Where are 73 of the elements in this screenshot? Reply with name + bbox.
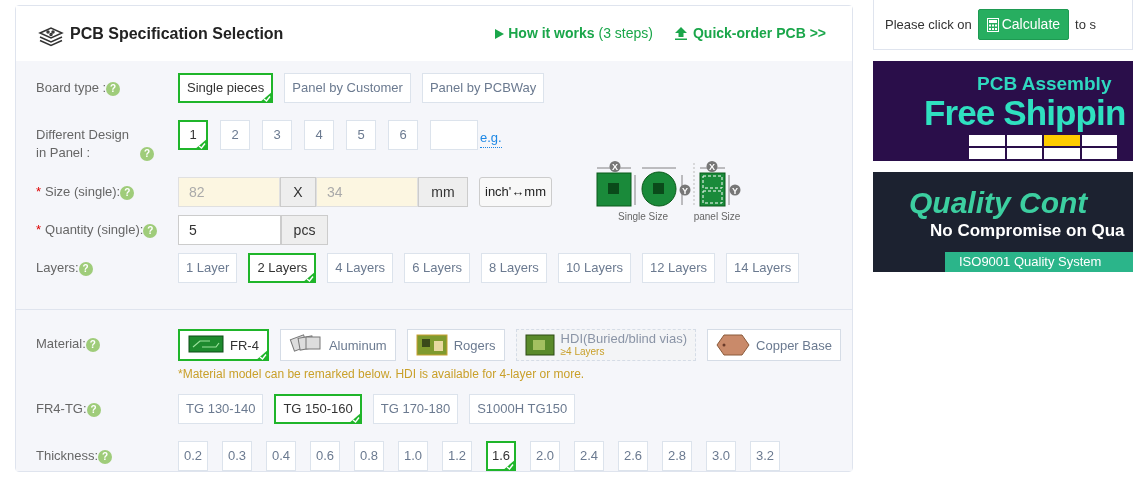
example-link[interactable]: e.g. (480, 127, 502, 149)
option-button[interactable]: 4 (304, 120, 334, 150)
option-button[interactable]: 1.6 (486, 441, 516, 471)
option-button[interactable]: 2.6 (618, 441, 648, 471)
field-label: Board type : (36, 80, 107, 95)
panel-title: PCB Specification Selection (70, 23, 284, 44)
option-button[interactable]: 5 (346, 120, 376, 150)
option-button[interactable]: 0.4 (266, 441, 296, 471)
how-it-works-link[interactable]: How it works (3 steps) (495, 23, 653, 44)
banner[interactable]: Quality Cont No Compromise on Qua ISO9001 Quality System (873, 172, 1133, 272)
material-option[interactable]: Copper Base (707, 329, 841, 361)
option-button[interactable]: 3.0 (706, 441, 736, 471)
option-button[interactable]: 1.2 (442, 441, 472, 471)
panel-size-drawing: X Y (693, 161, 741, 207)
banner[interactable]: PCB Assembly Free Shippin (873, 61, 1133, 161)
option-button[interactable]: Panel by PCBWay (421, 73, 545, 103)
option-button[interactable]: 2.0 (530, 441, 560, 471)
field-label: Quantity (single): (45, 222, 144, 237)
option-button[interactable]: TG 150-160 (274, 394, 362, 424)
prompt-text: Please click on (885, 15, 972, 34)
input-field[interactable]: 5 (178, 215, 281, 245)
pcb-size-drawing: X Y (595, 161, 691, 207)
prompt-text: to s (1075, 15, 1097, 34)
banner-headline: Free Shippin (924, 93, 1126, 134)
option-button[interactable]: 8 Layers (481, 253, 547, 283)
option-button[interactable]: Panel by Customer (284, 73, 411, 103)
convert-button[interactable]: inch'↔mm (479, 177, 552, 207)
diagram-caption: panel Size (693, 210, 741, 224)
option-button[interactable]: 6 Layers (404, 253, 470, 283)
option-button[interactable]: TG 130-140 (178, 394, 264, 424)
option-button[interactable]: 10 Layers (557, 253, 631, 283)
field-label: Size (single): (45, 184, 121, 199)
option-button[interactable]: 0.2 (178, 441, 208, 471)
input-addon: X (280, 177, 316, 207)
field-label: FR4-TG: (36, 401, 87, 416)
banner-ribbon: ISO9001 Quality System (945, 252, 1133, 272)
option-button[interactable]: S1000H TG150 (469, 394, 576, 424)
option-button[interactable]: 3.2 (750, 441, 780, 471)
input-addon: mm (418, 177, 468, 207)
field-label: Layers: (36, 260, 79, 275)
option-button[interactable]: Single pieces (178, 73, 274, 103)
required-mark: * (36, 222, 42, 237)
option-button[interactable]: 3 (262, 120, 292, 150)
option-button[interactable]: 2 Layers (248, 253, 317, 283)
option-button[interactable]: 2.4 (574, 441, 604, 471)
input-addon: pcs (281, 215, 328, 245)
option-button[interactable]: 1 Layer (178, 253, 238, 283)
required-mark: * (36, 184, 42, 199)
field-label: Material: (36, 336, 86, 351)
option-button[interactable]: 2.8 (662, 441, 692, 471)
option-button[interactable]: TG 170-180 (372, 394, 459, 424)
option-button[interactable]: 6 (388, 120, 418, 150)
field-label: Different Design in Panel : (36, 126, 130, 162)
option-button[interactable]: 0.3 (222, 441, 252, 471)
option-button[interactable]: 1 (178, 120, 208, 150)
banner-headline: Quality Cont (909, 185, 1088, 221)
option-button[interactable]: 0.6 (310, 441, 340, 471)
option-button[interactable]: 4 Layers (327, 253, 394, 283)
banner-subtitle: No Compromise on Qua (930, 220, 1125, 242)
option-button[interactable]: 12 Layers (641, 253, 716, 283)
option-button[interactable]: 2 (220, 120, 250, 150)
field-label: Thickness: (36, 448, 99, 463)
calculate-button[interactable]: Calculate (977, 9, 1070, 40)
option-button[interactable]: 0.8 (354, 441, 384, 471)
material-note: *Material model can be remarked below. HDI is available for 4-layer or more. (178, 366, 586, 383)
banner-title: PCB Assembly (977, 72, 1112, 96)
material-option[interactable]: Aluminum (279, 329, 396, 361)
quick-order-link[interactable]: Quick-order PCB >> (674, 23, 826, 44)
diagram-caption: Single Size (618, 210, 668, 224)
material-option[interactable]: Rogers (406, 329, 505, 361)
option-button[interactable]: 1.0 (398, 441, 428, 471)
material-option[interactable]: FR-4 (178, 329, 269, 361)
option-button[interactable]: 14 Layers (726, 253, 800, 283)
